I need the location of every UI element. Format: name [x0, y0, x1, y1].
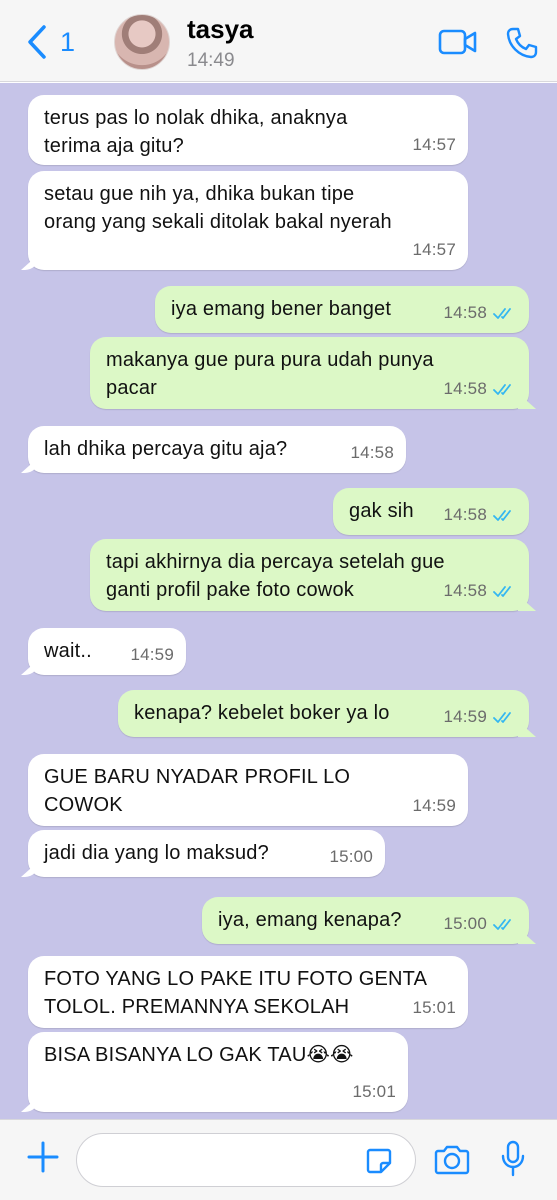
- message-meta: 14:57: [412, 131, 456, 159]
- message-time: 14:59: [412, 796, 456, 815]
- message-text: BISA BISANYA LO GAK TAU😭😭: [44, 1044, 354, 1066]
- last-seen: 14:49: [187, 50, 235, 71]
- message-meta: 14:58: [350, 439, 394, 467]
- message-list[interactable]: terus pas lo nolak dhika, anaknya terima…: [0, 83, 557, 1119]
- message-text: setau gue nih ya, dhika bukan tipe orang…: [44, 183, 392, 233]
- read-receipt-icon: [493, 308, 511, 319]
- plus-icon[interactable]: [26, 1140, 60, 1174]
- outgoing-message[interactable]: kenapa? kebelet boker ya lo 14:59: [118, 690, 529, 737]
- incoming-message[interactable]: setau gue nih ya, dhika bukan tipe orang…: [28, 171, 468, 270]
- incoming-message[interactable]: lah dhika percaya gitu aja? 14:58: [28, 426, 406, 473]
- unread-count: 1: [60, 26, 76, 57]
- outgoing-message[interactable]: iya emang bener banget 14:58: [155, 286, 529, 333]
- incoming-message[interactable]: jadi dia yang lo maksud? 15:00: [28, 830, 385, 877]
- chat-header: 1 tasya 14:49: [0, 0, 557, 82]
- back-button[interactable]: 1: [26, 24, 75, 60]
- message-text: GUE BARU NYADAR PROFIL LO COWOK: [44, 766, 351, 816]
- message-meta: 15:00: [443, 910, 517, 938]
- message-meta: 14:59: [412, 792, 456, 820]
- video-call-icon[interactable]: [438, 26, 478, 58]
- message-time: 14:58: [443, 379, 487, 398]
- message-time: 14:59: [130, 645, 174, 664]
- outgoing-message[interactable]: gak sih 14:58: [333, 488, 529, 535]
- message-text: jadi dia yang lo maksud?: [44, 842, 269, 864]
- camera-icon[interactable]: [433, 1144, 471, 1176]
- message-meta: 14:58: [443, 501, 517, 529]
- message-meta: 14:59: [130, 641, 174, 669]
- message-meta: 14:59: [443, 703, 517, 731]
- message-time: 14:57: [412, 240, 456, 259]
- contact-name[interactable]: tasya: [187, 14, 254, 45]
- message-meta: 14:58: [443, 375, 517, 403]
- message-text: terus pas lo nolak dhika, anaknya terima…: [44, 107, 348, 157]
- incoming-message[interactable]: wait.. 14:59: [28, 628, 186, 675]
- message-meta: 15:00: [329, 843, 373, 871]
- message-text: FOTO YANG LO PAKE ITU FOTO GENTA TOLOL. …: [44, 968, 428, 1018]
- message-time: 14:57: [412, 135, 456, 154]
- message-time: 14:58: [443, 581, 487, 600]
- avatar[interactable]: [114, 14, 170, 70]
- phone-call-icon[interactable]: [505, 26, 539, 60]
- message-time: 14:59: [443, 707, 487, 726]
- sticker-icon[interactable]: [364, 1146, 394, 1176]
- outgoing-message[interactable]: tapi akhirnya dia percaya setelah gue ga…: [90, 539, 529, 611]
- message-meta: 14:58: [443, 299, 517, 327]
- chevron-left-icon: [28, 25, 46, 59]
- incoming-message[interactable]: BISA BISANYA LO GAK TAU😭😭 15:01: [28, 1032, 408, 1112]
- compose-bar: [0, 1119, 557, 1200]
- message-meta: 15:01: [412, 994, 456, 1022]
- outgoing-message[interactable]: iya, emang kenapa? 15:00: [202, 897, 529, 944]
- message-meta: 15:01: [352, 1078, 396, 1106]
- message-time: 15:01: [412, 998, 456, 1017]
- message-time: 15:00: [329, 847, 373, 866]
- message-time: 14:58: [443, 303, 487, 322]
- incoming-message[interactable]: FOTO YANG LO PAKE ITU FOTO GENTA TOLOL. …: [28, 956, 468, 1028]
- message-meta: 14:57: [412, 236, 456, 264]
- message-meta: 14:58: [443, 577, 517, 605]
- read-receipt-icon: [493, 510, 511, 521]
- read-receipt-icon: [493, 384, 511, 395]
- outgoing-message[interactable]: makanya gue pura pura udah punya pacar 14…: [90, 337, 529, 409]
- read-receipt-icon: [493, 919, 511, 930]
- read-receipt-icon: [493, 586, 511, 597]
- read-receipt-icon: [493, 712, 511, 723]
- message-time: 15:00: [443, 914, 487, 933]
- microphone-icon[interactable]: [500, 1140, 526, 1178]
- message-text: lah dhika percaya gitu aja?: [44, 438, 288, 460]
- message-time: 14:58: [443, 505, 487, 524]
- message-time: 14:58: [350, 443, 394, 462]
- message-time: 15:01: [352, 1082, 396, 1101]
- incoming-message[interactable]: terus pas lo nolak dhika, anaknya terima…: [28, 95, 468, 165]
- incoming-message[interactable]: GUE BARU NYADAR PROFIL LO COWOK 14:59: [28, 754, 468, 826]
